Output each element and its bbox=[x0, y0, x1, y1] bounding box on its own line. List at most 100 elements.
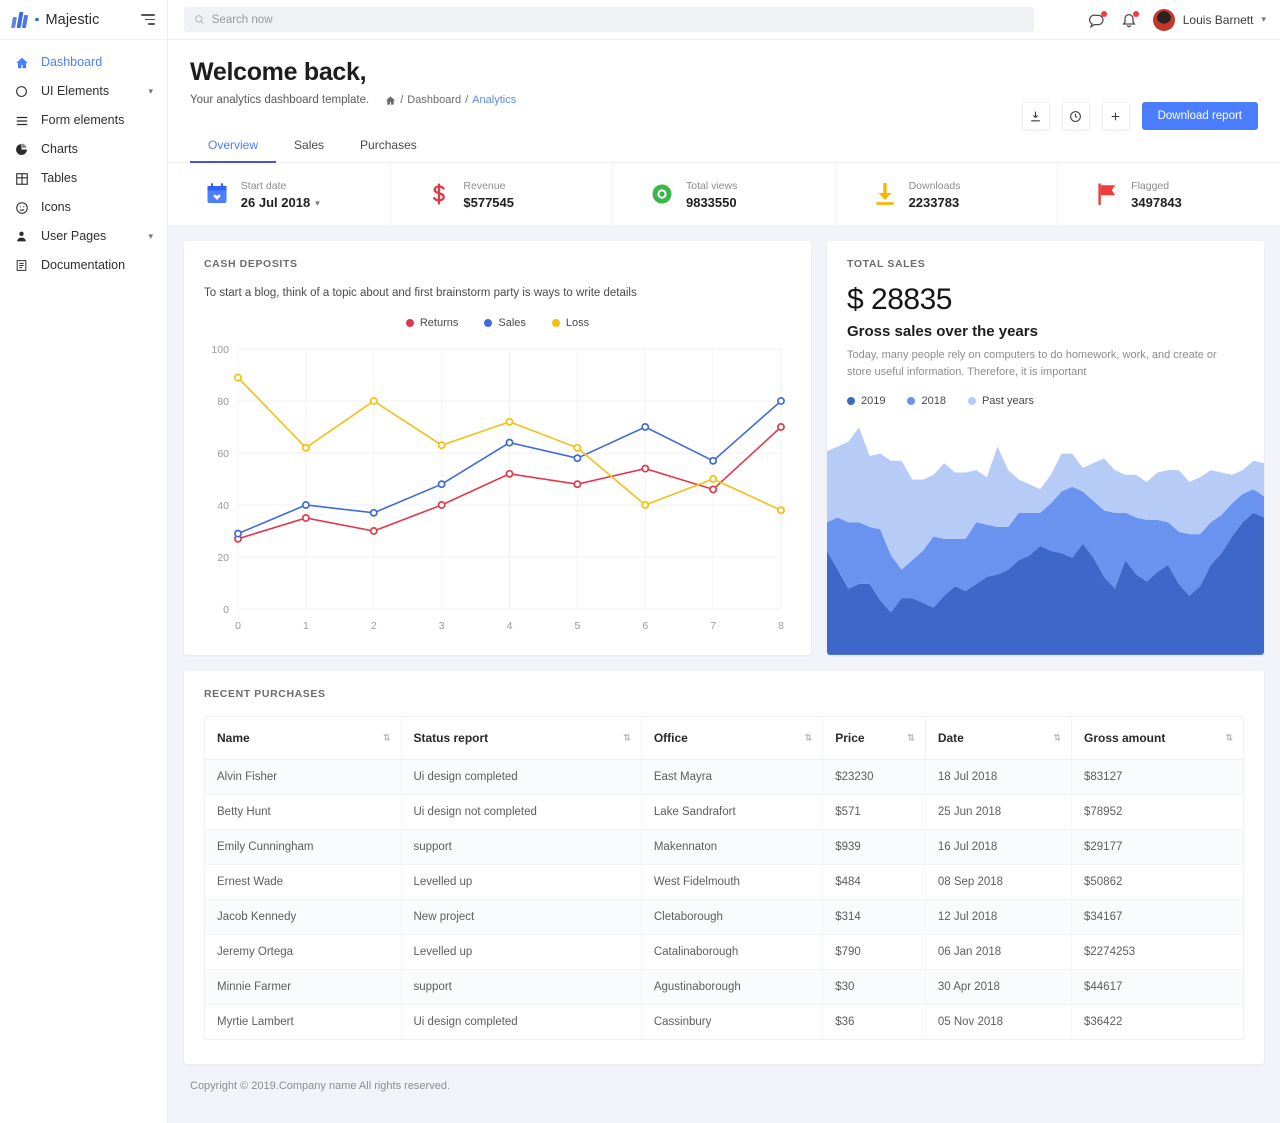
sidebar-item-tables[interactable]: Tables bbox=[0, 164, 167, 193]
tab-purchases[interactable]: Purchases bbox=[342, 128, 435, 163]
table-cell: 12 Jul 2018 bbox=[925, 899, 1072, 935]
sort-icon[interactable]: ⇅ bbox=[623, 733, 631, 743]
column-label: Date bbox=[937, 731, 964, 745]
download-icon-button[interactable] bbox=[1021, 102, 1050, 130]
search-input[interactable] bbox=[211, 13, 1024, 26]
user-menu[interactable]: Louis Barnett ▾ bbox=[1152, 8, 1266, 31]
svg-text:0: 0 bbox=[235, 620, 241, 632]
recent-purchases-card: RECENT PURCHASES Name ⇅ Status report ⇅ Offi… bbox=[184, 671, 1264, 1064]
table-row[interactable]: Myrtie Lambert Ui design completed Cassinb… bbox=[205, 1004, 1243, 1039]
legend-label: Past years bbox=[981, 395, 1034, 408]
menu-toggle-icon[interactable] bbox=[141, 14, 155, 25]
brand-name: Majestic bbox=[45, 11, 100, 28]
cash-deposits-title: CASH DEPOSITS bbox=[204, 258, 298, 270]
recent-purchases-title: RECENT PURCHASES bbox=[204, 688, 326, 700]
avatar bbox=[1152, 8, 1175, 31]
stat-value: 3497843 bbox=[1131, 195, 1182, 211]
table-row[interactable]: Minnie Farmer support Agustinaborough $30 30… bbox=[205, 969, 1243, 1005]
column-header-office[interactable]: Office ⇅ bbox=[641, 717, 824, 760]
sidebar-item-label: UI Elements bbox=[41, 84, 110, 99]
svg-text:7: 7 bbox=[710, 620, 716, 632]
stat-start-date[interactable]: Start date 26 Jul 2018 ▾ bbox=[168, 163, 391, 225]
tab-sales[interactable]: Sales bbox=[276, 128, 342, 163]
sort-icon[interactable]: ⇅ bbox=[805, 733, 813, 743]
search-box[interactable] bbox=[184, 7, 1034, 32]
table-body: Alvin Fisher Ui design completed East Mayr… bbox=[205, 759, 1243, 1039]
table-row[interactable]: Betty Hunt Ui design not completed Lake Sa… bbox=[205, 794, 1243, 830]
sidebar-item-label: Documentation bbox=[41, 258, 126, 273]
breadcrumb: / Dashboard / Analytics bbox=[385, 94, 516, 106]
logo-dot bbox=[35, 17, 39, 22]
sort-icon[interactable]: ⇅ bbox=[1225, 733, 1233, 743]
table-row[interactable]: Jeremy Ortega Levelled up Catalinaborough $… bbox=[205, 934, 1243, 970]
sidebar-item-dashboard[interactable]: Dashboard bbox=[0, 48, 167, 77]
svg-text:3: 3 bbox=[439, 620, 445, 632]
legend-label: Sales bbox=[498, 317, 526, 329]
breadcrumb-dashboard[interactable]: Dashboard bbox=[407, 94, 461, 106]
column-header-gross-amount[interactable]: Gross amount ⇅ bbox=[1071, 717, 1243, 760]
table-cell: West Fidelmouth bbox=[641, 864, 824, 900]
column-header-price[interactable]: Price ⇅ bbox=[822, 717, 926, 760]
table-cell: $2274253 bbox=[1071, 934, 1243, 970]
person-icon bbox=[14, 229, 29, 244]
chevron-down-icon[interactable]: ▾ bbox=[315, 197, 320, 209]
sidebar-item-form-elements[interactable]: Form elements bbox=[0, 106, 167, 135]
tab-overview[interactable]: Overview bbox=[190, 128, 277, 163]
table-cell: $34167 bbox=[1071, 899, 1243, 935]
message-badge bbox=[1100, 10, 1107, 17]
svg-text:1: 1 bbox=[303, 620, 309, 632]
sort-icon[interactable]: ⇅ bbox=[383, 733, 391, 743]
table-row[interactable]: Alvin Fisher Ui design completed East Mayr… bbox=[205, 759, 1243, 795]
bell-icon[interactable] bbox=[1121, 10, 1139, 28]
legend-label: Loss bbox=[565, 317, 590, 329]
sidebar-item-user-pages[interactable]: User Pages ▾ bbox=[0, 222, 167, 251]
legend-item-returns[interactable]: Returns bbox=[405, 317, 459, 329]
chevron-down-icon: ▾ bbox=[1261, 14, 1266, 24]
sidebar-item-icons[interactable]: Icons bbox=[0, 193, 167, 222]
table-row[interactable]: Emily Cunningham support Makennaton $939 16 … bbox=[205, 829, 1243, 865]
table-cell: Ui design not completed bbox=[401, 794, 642, 830]
column-label: Name bbox=[217, 731, 250, 745]
legend-item-2018[interactable]: 2018 bbox=[907, 395, 946, 407]
table-cell: Alvin Fisher bbox=[205, 759, 402, 795]
svg-text:40: 40 bbox=[217, 500, 229, 512]
table-cell: Minnie Farmer bbox=[205, 969, 402, 1005]
table-row[interactable]: Jacob Kennedy New project Cletaborough $314… bbox=[205, 899, 1243, 935]
download-report-button[interactable]: Download report bbox=[1141, 102, 1258, 130]
table-row[interactable]: Ernest Wade Levelled up West Fidelmouth $48… bbox=[205, 864, 1243, 900]
plus-icon-button[interactable] bbox=[1101, 102, 1130, 130]
legend-item-sales[interactable]: Sales bbox=[484, 317, 526, 329]
sidebar-item-charts[interactable]: Charts bbox=[0, 135, 167, 164]
table-cell: Cassinbury bbox=[641, 1004, 824, 1039]
stats-row: Start date 26 Jul 2018 ▾ Revenue $577545 Tota… bbox=[168, 163, 1280, 225]
legend-label: Returns bbox=[419, 317, 459, 329]
sort-icon[interactable]: ⇅ bbox=[1053, 733, 1061, 743]
table-cell: $83127 bbox=[1071, 759, 1243, 795]
sidebar-item-ui-elements[interactable]: UI Elements ▾ bbox=[0, 77, 167, 106]
message-icon[interactable] bbox=[1088, 10, 1107, 28]
svg-text:6: 6 bbox=[642, 620, 648, 632]
sort-icon[interactable]: ⇅ bbox=[907, 733, 915, 743]
table-cell: Ernest Wade bbox=[205, 864, 402, 900]
svg-text:5: 5 bbox=[574, 620, 580, 632]
column-label: Gross amount bbox=[1083, 731, 1166, 745]
clock-icon-button[interactable] bbox=[1061, 102, 1090, 130]
table-cell: 16 Jul 2018 bbox=[925, 829, 1072, 865]
table-cell: 06 Jan 2018 bbox=[925, 934, 1072, 970]
column-header-status-report[interactable]: Status report ⇅ bbox=[401, 717, 642, 760]
table-cell: Betty Hunt bbox=[205, 794, 402, 830]
stat-value: 9833550 bbox=[685, 195, 737, 211]
home-icon[interactable] bbox=[385, 95, 396, 106]
brand[interactable]: Majestic bbox=[0, 0, 167, 40]
stat-value: 2233783 bbox=[908, 195, 960, 211]
chevron-down-icon: ▾ bbox=[148, 231, 153, 241]
majestic-logo bbox=[11, 11, 29, 28]
legend-item-loss[interactable]: Loss bbox=[551, 317, 590, 329]
sidebar-item-documentation[interactable]: Documentation bbox=[0, 251, 167, 280]
column-header-name[interactable]: Name ⇅ bbox=[205, 717, 402, 760]
legend-item-past-years[interactable]: Past years bbox=[967, 395, 1034, 408]
legend-item-2019[interactable]: 2019 bbox=[847, 395, 885, 407]
stat-total-views: Total views 9833550 bbox=[613, 163, 836, 225]
breadcrumb-analytics[interactable]: Analytics bbox=[472, 94, 516, 106]
column-header-date[interactable]: Date ⇅ bbox=[925, 717, 1072, 760]
